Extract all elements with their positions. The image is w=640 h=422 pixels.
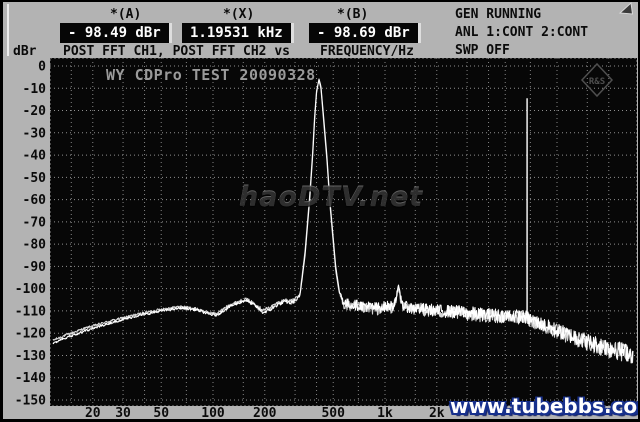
corner-fold-mark xyxy=(620,3,633,14)
svg-text:-70: -70 xyxy=(23,215,47,230)
screen-edge-top xyxy=(0,0,640,2)
svg-text:-30: -30 xyxy=(23,126,47,141)
svg-text:-150: -150 xyxy=(15,394,46,409)
svg-text:-100: -100 xyxy=(15,282,46,297)
y-axis-ticks: 0 -10 -20 -30 -40 -50 -60 -70 -80 -90 -100 -110 -120… xyxy=(15,60,46,409)
svg-text:-130: -130 xyxy=(15,349,46,364)
svg-text:-20: -20 xyxy=(23,104,47,119)
rs-logo-text: R&S xyxy=(589,77,605,87)
svg-text:-60: -60 xyxy=(23,193,47,208)
svg-text:-40: -40 xyxy=(23,149,47,164)
svg-text:-80: -80 xyxy=(23,238,47,253)
analyzer-screen: *(A) *(X) *(B) - 98.49 dBr 1.19531 kHz -… xyxy=(0,0,640,422)
svg-text:-10: -10 xyxy=(23,82,47,97)
svg-text:-90: -90 xyxy=(23,260,47,275)
screen-edge-left xyxy=(0,0,3,422)
svg-text:-50: -50 xyxy=(23,171,47,186)
svg-text:-140: -140 xyxy=(15,371,46,386)
svg-text:-120: -120 xyxy=(15,327,46,342)
svg-text:0: 0 xyxy=(38,60,46,75)
watermark-bottom-right: www.tubebbs.com xyxy=(450,394,640,418)
watermark-center: haoDTV.net xyxy=(239,182,423,213)
plot-title: WY CDPro TEST 20090328 xyxy=(106,66,316,84)
svg-text:-110: -110 xyxy=(15,304,46,319)
